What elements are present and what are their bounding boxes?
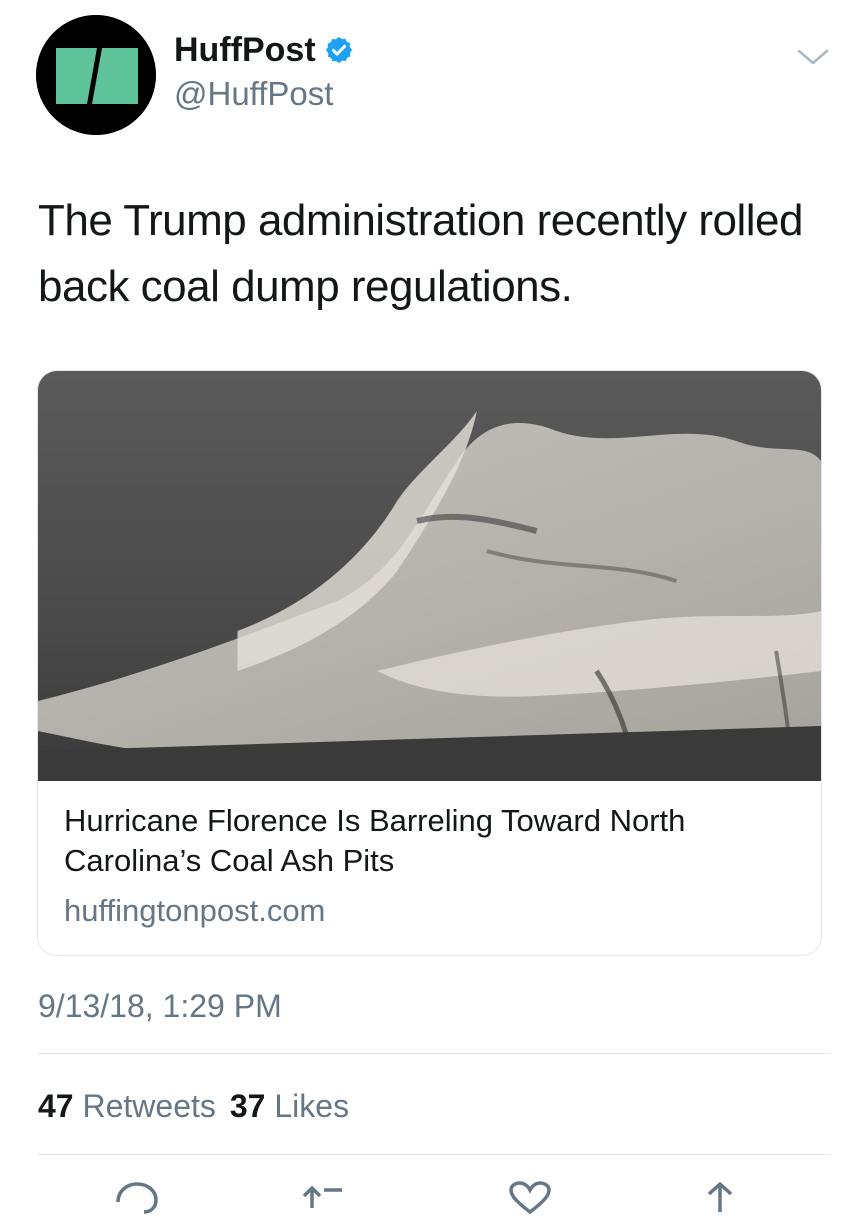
likes-link[interactable]: 37 Likes (230, 1088, 349, 1124)
tweet-timestamp: 9/13/18, 1:29 PM (38, 988, 282, 1024)
divider (38, 1053, 830, 1054)
card-title[interactable]: Hurricane Florence Is Barreling Toward N… (64, 801, 794, 881)
verified-badge-icon (325, 36, 352, 64)
link-card[interactable]: Hurricane Florence Is Barreling Toward N… (37, 370, 822, 956)
reply-icon[interactable] (112, 1178, 162, 1218)
coal-ash-photo-icon (38, 371, 821, 781)
retweet-icon[interactable] (300, 1178, 350, 1218)
like-icon[interactable] (505, 1178, 555, 1218)
retweets-count: 47 (38, 1088, 74, 1124)
user-handle[interactable]: @HuffPost (174, 74, 333, 114)
retweets-link[interactable]: 47 Retweets (38, 1088, 216, 1124)
display-name[interactable]: HuffPost (174, 30, 316, 70)
avatar[interactable] (36, 15, 156, 135)
share-icon[interactable] (695, 1178, 745, 1218)
engagement-stats: 47 Retweets 37 Likes (38, 1086, 349, 1126)
chevron-down-icon[interactable] (795, 45, 831, 69)
card-domain: huffingtonpost.com (64, 893, 326, 928)
likes-label: Likes (274, 1088, 350, 1124)
display-name-row[interactable]: HuffPost (174, 30, 354, 70)
tweet-text: The Trump administration recently rolled… (38, 196, 804, 311)
retweets-label: Retweets (82, 1088, 216, 1124)
divider (38, 1154, 830, 1155)
likes-count: 37 (229, 1088, 266, 1124)
huffpost-logo-icon (36, 15, 156, 135)
